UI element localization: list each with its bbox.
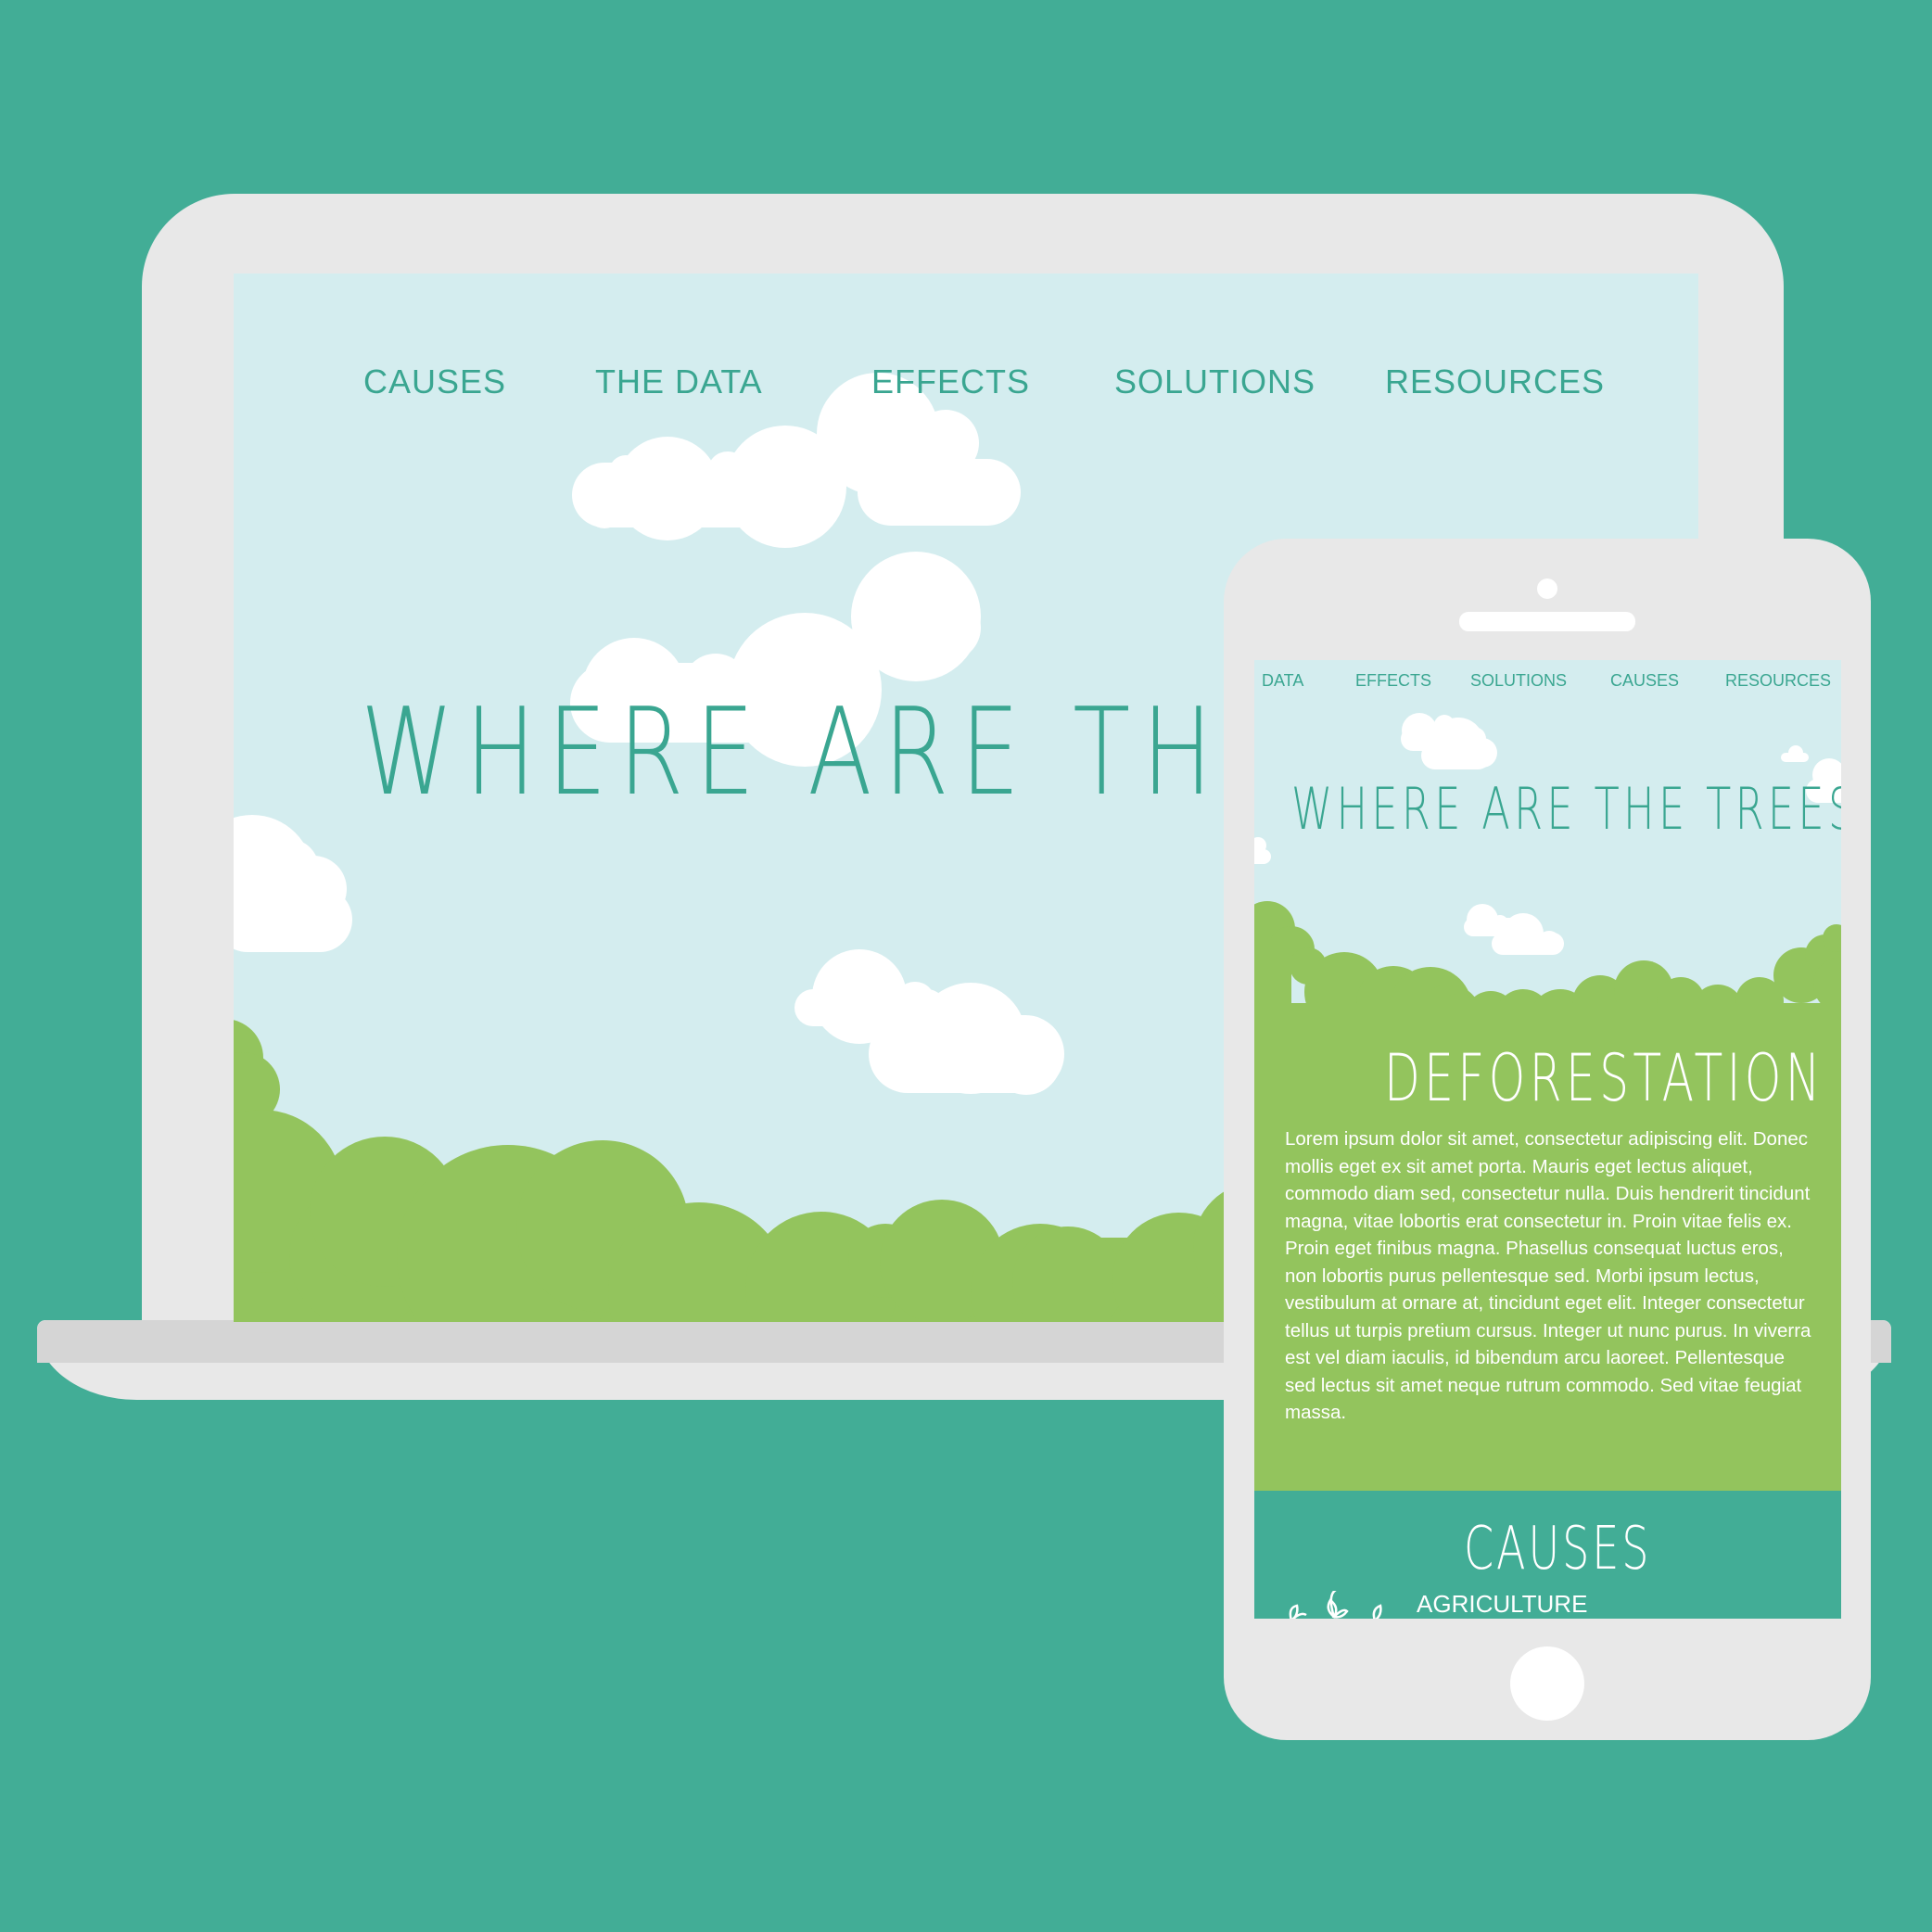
nav-link-the-data[interactable]: THE DATA bbox=[595, 362, 763, 401]
phone-speaker bbox=[1459, 612, 1635, 631]
phone-home-button[interactable] bbox=[1510, 1646, 1584, 1721]
cloud-icon bbox=[1401, 713, 1497, 769]
nav-link-resources[interactable]: RESOURCES bbox=[1385, 362, 1605, 401]
nav-link-solutions[interactable]: SOLUTIONS bbox=[1114, 362, 1316, 401]
mobile-scenery bbox=[1254, 713, 1841, 1049]
cloud-icon bbox=[234, 815, 352, 952]
phone-screen: DATA EFFECTS SOLUTIONS CAUSES RESOURCES bbox=[1254, 660, 1841, 1619]
nav-link-effects[interactable]: EFFECTS bbox=[871, 362, 1030, 401]
plant-icon bbox=[1289, 1591, 1382, 1619]
nav-link-causes[interactable]: CAUSES bbox=[363, 362, 506, 401]
mobile-hero-title: WHERE ARE THE TREES? bbox=[1291, 775, 1841, 843]
cause-item-agriculture[interactable]: AGRICULTURE bbox=[1417, 1590, 1587, 1619]
cloud-icon bbox=[794, 949, 1064, 1095]
cloud-icon bbox=[1464, 904, 1564, 955]
deforestation-heading: DEFORESTATION bbox=[1384, 1040, 1824, 1116]
deforestation-body-text: Lorem ipsum dolor sit amet, consectetur … bbox=[1285, 1128, 1811, 1423]
phone-camera bbox=[1537, 578, 1557, 599]
causes-heading: CAUSES bbox=[1464, 1515, 1652, 1583]
